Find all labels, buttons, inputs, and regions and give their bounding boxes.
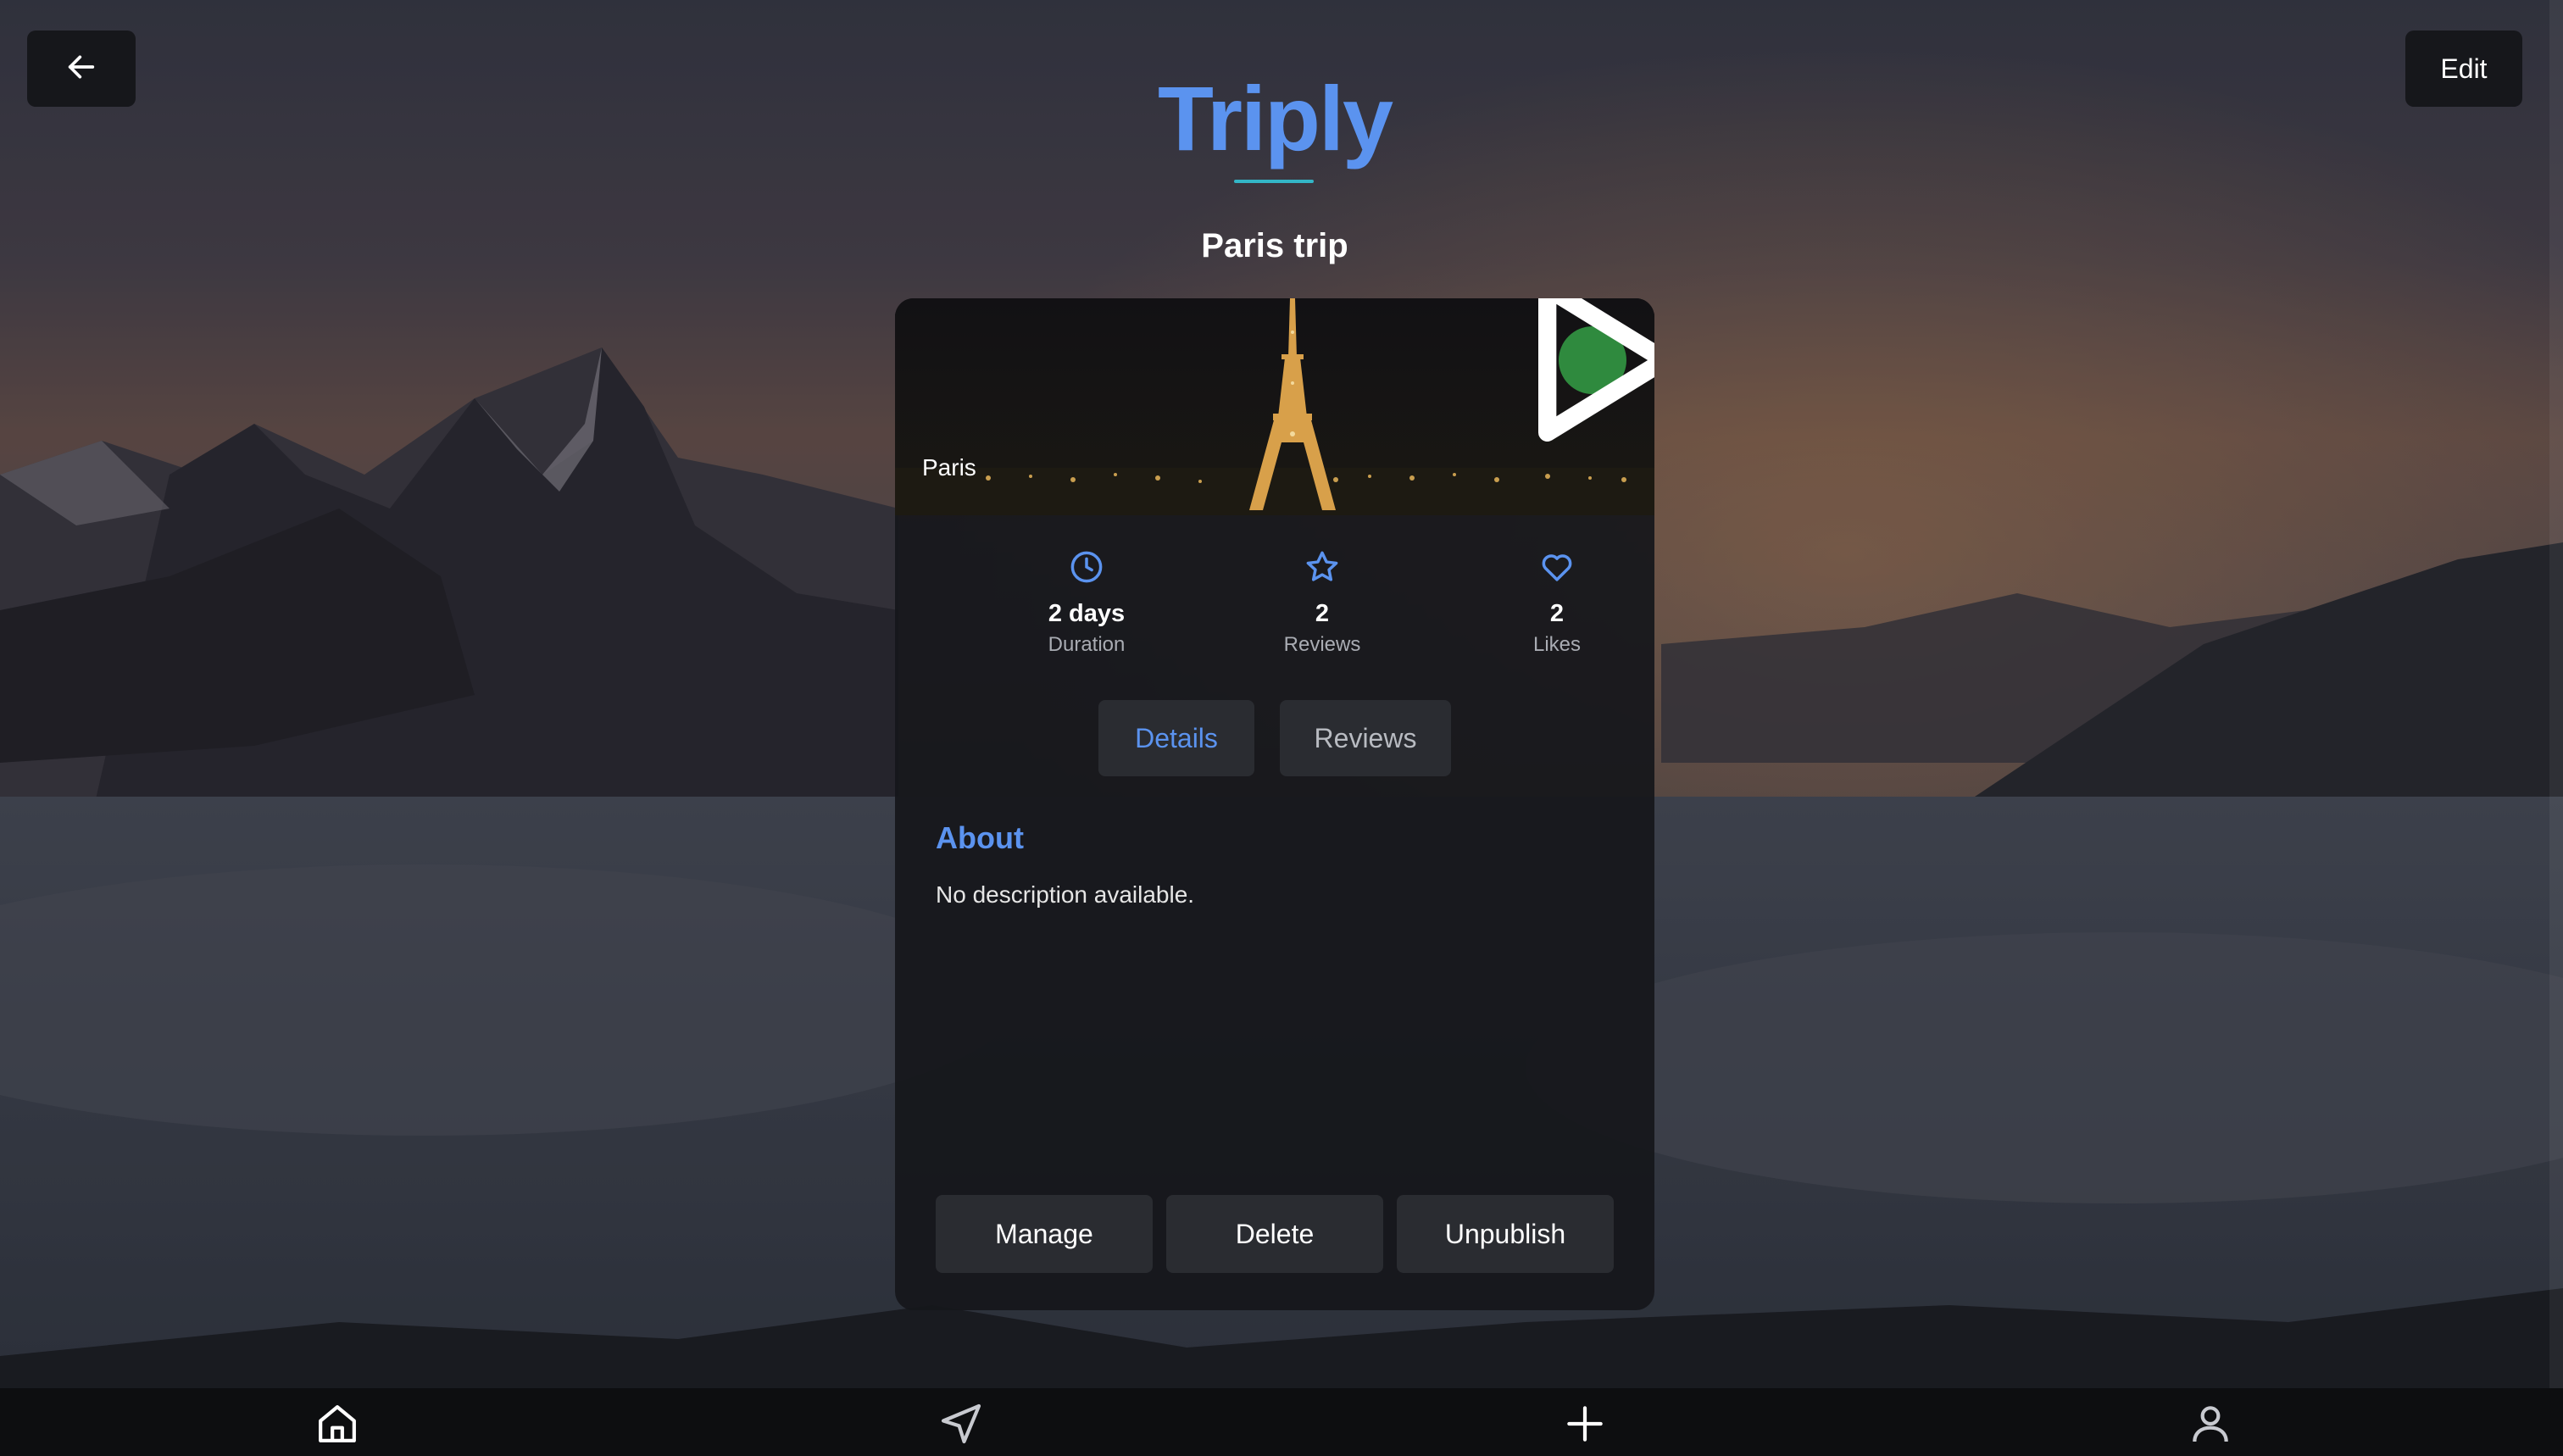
trip-card: Paris 2 days Duration 2 Reviews 2 Likes … [895,298,1654,1310]
stat-duration: 2 days Duration [1002,549,1171,657]
delete-button[interactable]: Delete [1166,1195,1383,1273]
bottom-nav [0,1388,2563,1456]
tab-details[interactable]: Details [1098,700,1254,776]
nav-profile[interactable] [2185,1400,2236,1451]
stat-value: 2 days [1048,600,1126,627]
trip-cover-image: Paris [895,298,1654,515]
clock-icon [1002,549,1171,586]
star-icon [1237,549,1407,586]
navigation-icon [937,1400,985,1451]
play-icon [1213,298,1654,469]
manage-button[interactable]: Manage [936,1195,1153,1273]
location-label: Paris [922,454,976,481]
plus-icon [1561,1400,1609,1451]
stat-likes: 2 Likes [1472,549,1642,657]
logo-underline [1234,180,1314,183]
play-button[interactable] [1538,298,1654,442]
nav-home[interactable] [312,1400,363,1451]
app-logo: Triply [1157,67,1393,169]
stat-reviews: 2 Reviews [1237,549,1407,657]
about-heading: About [936,820,1024,855]
about-description: No description available. [936,881,1195,908]
unpublish-button[interactable]: Unpublish [1397,1195,1614,1273]
stat-label: Likes [1532,633,1582,656]
user-icon [2187,1400,2234,1451]
home-icon [314,1400,361,1451]
stat-label: Duration [1048,633,1126,656]
page-scrollbar[interactable] [2549,0,2563,1390]
nav-explore[interactable] [936,1400,987,1451]
stat-value: 2 [1315,600,1330,627]
stat-label: Reviews [1283,633,1361,656]
stat-value: 2 [1549,600,1565,627]
heart-icon [1472,549,1642,586]
trip-actions: Manage Delete Unpublish [895,1195,1654,1273]
tab-bar: Details Reviews [895,700,1654,776]
nav-add[interactable] [1559,1400,1610,1451]
page-title: Paris trip [1201,227,1348,264]
tab-reviews[interactable]: Reviews [1280,700,1451,776]
trip-stats: 2 days Duration 2 Reviews 2 Likes [895,549,1654,668]
